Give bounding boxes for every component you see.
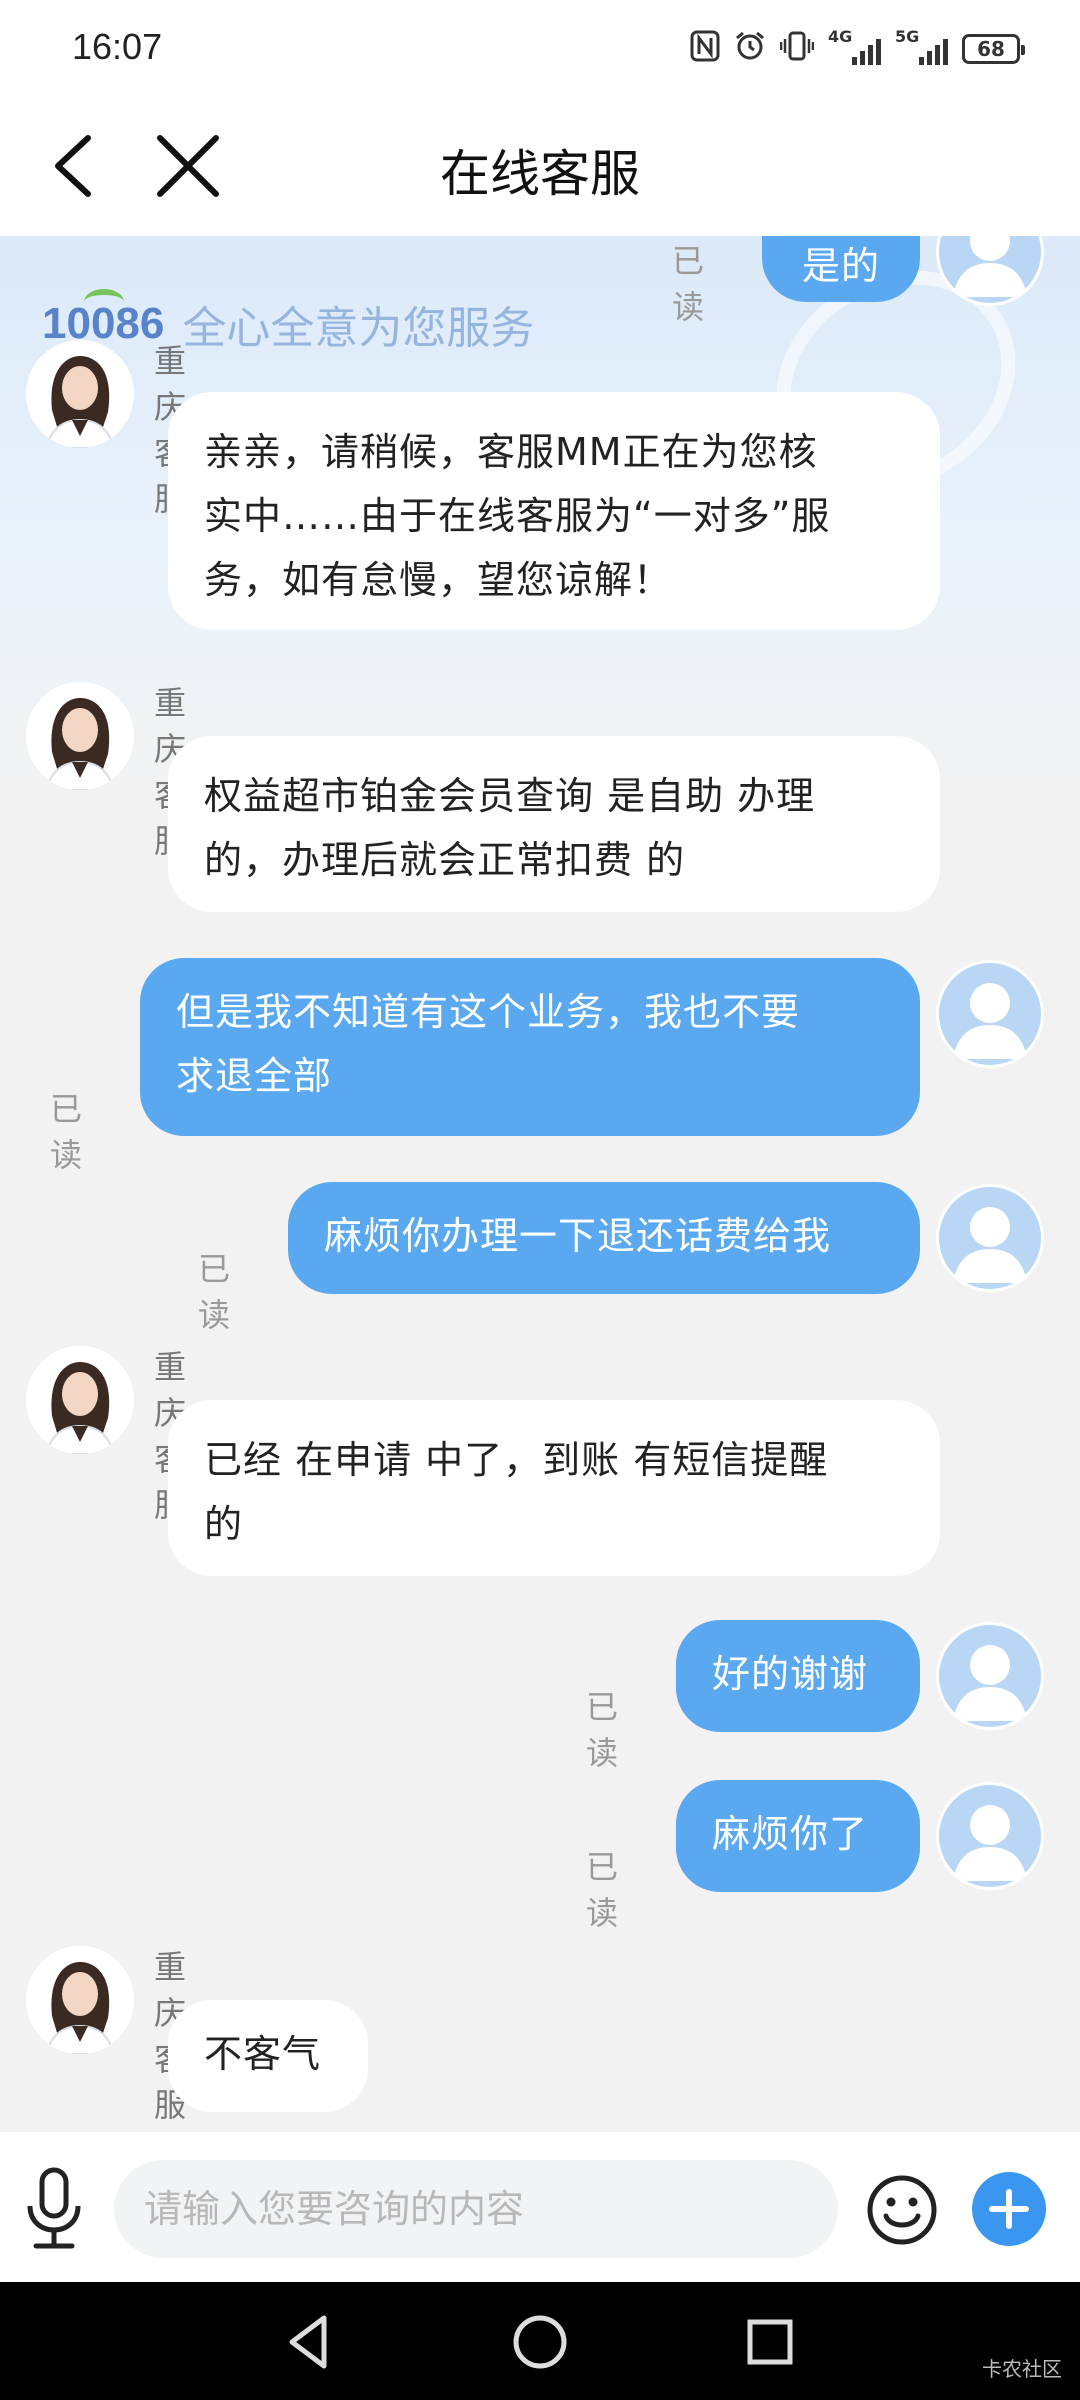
plus-icon [989, 2189, 1029, 2229]
message-bubble-in[interactable]: 亲亲，请稍候，客服MM正在为您核 实中……由于在线客服为“一对多”服 务，如有怠… [168, 392, 940, 630]
signal-1-label: 4G [828, 27, 853, 46]
banner-text: 10086 全心全意为您服务 [42, 289, 535, 356]
triangle-back-icon [289, 2315, 327, 2369]
message-line: 的，办理后就会正常扣费 的 [204, 838, 686, 882]
battery-icon: 68 [962, 34, 1025, 64]
message-line: 的 [204, 1502, 244, 1546]
message-line: 务，如有怠慢，望您谅解！ [204, 558, 673, 602]
agent-avatar-icon [26, 1346, 134, 1454]
message-line: 好的谢谢 [712, 1652, 869, 1696]
message-bubble-out[interactable]: 但是我不知道有这个业务，我也不要 求退全部 [140, 958, 920, 1136]
message-text: 是的 [802, 244, 881, 288]
agent-avatar [26, 1946, 134, 2054]
user-avatar [936, 960, 1044, 1068]
nav-bar: 在线客服 [0, 96, 1080, 236]
vibrate-icon [779, 30, 815, 69]
read-receipt: 已读 [586, 1848, 619, 1932]
user-avatar-icon [953, 1645, 1027, 1721]
message-line: 亲亲，请稍候，客服MM正在为您核 [204, 430, 818, 474]
system-back-button[interactable] [278, 2310, 342, 2374]
message-line: 麻烦你办理一下退还话费给我 [324, 1214, 832, 1258]
agent-avatar-icon [26, 682, 134, 790]
add-button[interactable] [972, 2172, 1046, 2246]
banner-logo: 10086 [42, 289, 165, 348]
message-bubble-out[interactable]: 麻烦你了 [676, 1780, 920, 1892]
banner-slogan: 全心全意为您服务 [182, 303, 535, 354]
user-avatar-icon [953, 1805, 1027, 1881]
signal-5g-icon: 5G [895, 27, 948, 65]
watermark: 卡农社区 [982, 2357, 1062, 2381]
status-bar: 16:07 4G 5G 68 [0, 0, 1080, 96]
nfc-icon [690, 30, 720, 69]
message-bubble-out[interactable]: 好的谢谢 [676, 1620, 920, 1732]
signal-2-label: 5G [895, 27, 920, 46]
message-bubble-in[interactable]: 权益超市铂金会员查询 是自助 办理 的，办理后就会正常扣费 的 [168, 736, 940, 912]
system-recents-button[interactable] [738, 2310, 802, 2374]
message-bubble-in[interactable]: 不客气 [168, 2000, 368, 2112]
message-line: 权益超市铂金会员查询 是自助 办理 [204, 774, 816, 818]
message-bubble-out[interactable]: 麻烦你办理一下退还话费给我 [288, 1182, 920, 1294]
user-avatar-icon [953, 983, 1027, 1059]
agent-avatar [26, 682, 134, 790]
message-line: 不客气 [204, 2032, 322, 2076]
message-line: 麻烦你了 [712, 1812, 869, 1856]
message-bubble-out[interactable]: 是的 [762, 236, 920, 302]
chat-area[interactable]: 10086 全心全意为您服务 已读 是的 重庆客服 亲亲，请稍候，客服MM正在为… [0, 236, 1080, 2132]
read-receipt: 已读 [672, 242, 705, 326]
battery-level: 68 [977, 37, 1005, 61]
emoji-button[interactable] [866, 2174, 938, 2246]
signal-4g-icon: 4G [828, 27, 881, 65]
message-bubble-in[interactable]: 已经 在申请 中了，到账 有短信提醒 的 [168, 1400, 940, 1576]
microphone-icon [27, 2167, 81, 2249]
agent-avatar-icon [26, 1946, 134, 2054]
agent-avatar [26, 1346, 134, 1454]
smiley-icon [867, 2175, 937, 2245]
message-input[interactable] [114, 2160, 838, 2258]
square-recents-icon [747, 2319, 793, 2365]
message-line: 但是我不知道有这个业务，我也不要 [176, 990, 801, 1034]
system-home-button[interactable] [508, 2310, 572, 2374]
read-receipt: 已读 [198, 1250, 231, 1334]
voice-button[interactable] [22, 2166, 86, 2250]
message-line: 求退全部 [176, 1054, 333, 1098]
user-avatar [936, 1782, 1044, 1890]
user-avatar [936, 1184, 1044, 1292]
circle-home-icon [513, 2315, 567, 2369]
input-bar [0, 2132, 1080, 2282]
user-avatar-icon [953, 1207, 1027, 1283]
system-navigation-bar: 卡农社区 [0, 2282, 1080, 2400]
read-receipt: 已读 [586, 1688, 619, 1772]
user-avatar [936, 1622, 1044, 1730]
page-title: 在线客服 [440, 145, 640, 203]
status-time: 16:07 [72, 26, 163, 67]
alarm-icon [734, 30, 766, 69]
message-line: 实中……由于在线客服为“一对多”服 [204, 494, 831, 538]
status-icons: 4G 5G 68 [690, 27, 1025, 70]
agent-avatar [26, 340, 134, 448]
agent-avatar-icon [26, 340, 134, 448]
message-line: 已经 在申请 中了，到账 有短信提醒 [204, 1438, 829, 1482]
read-receipt: 已读 [50, 1090, 83, 1174]
